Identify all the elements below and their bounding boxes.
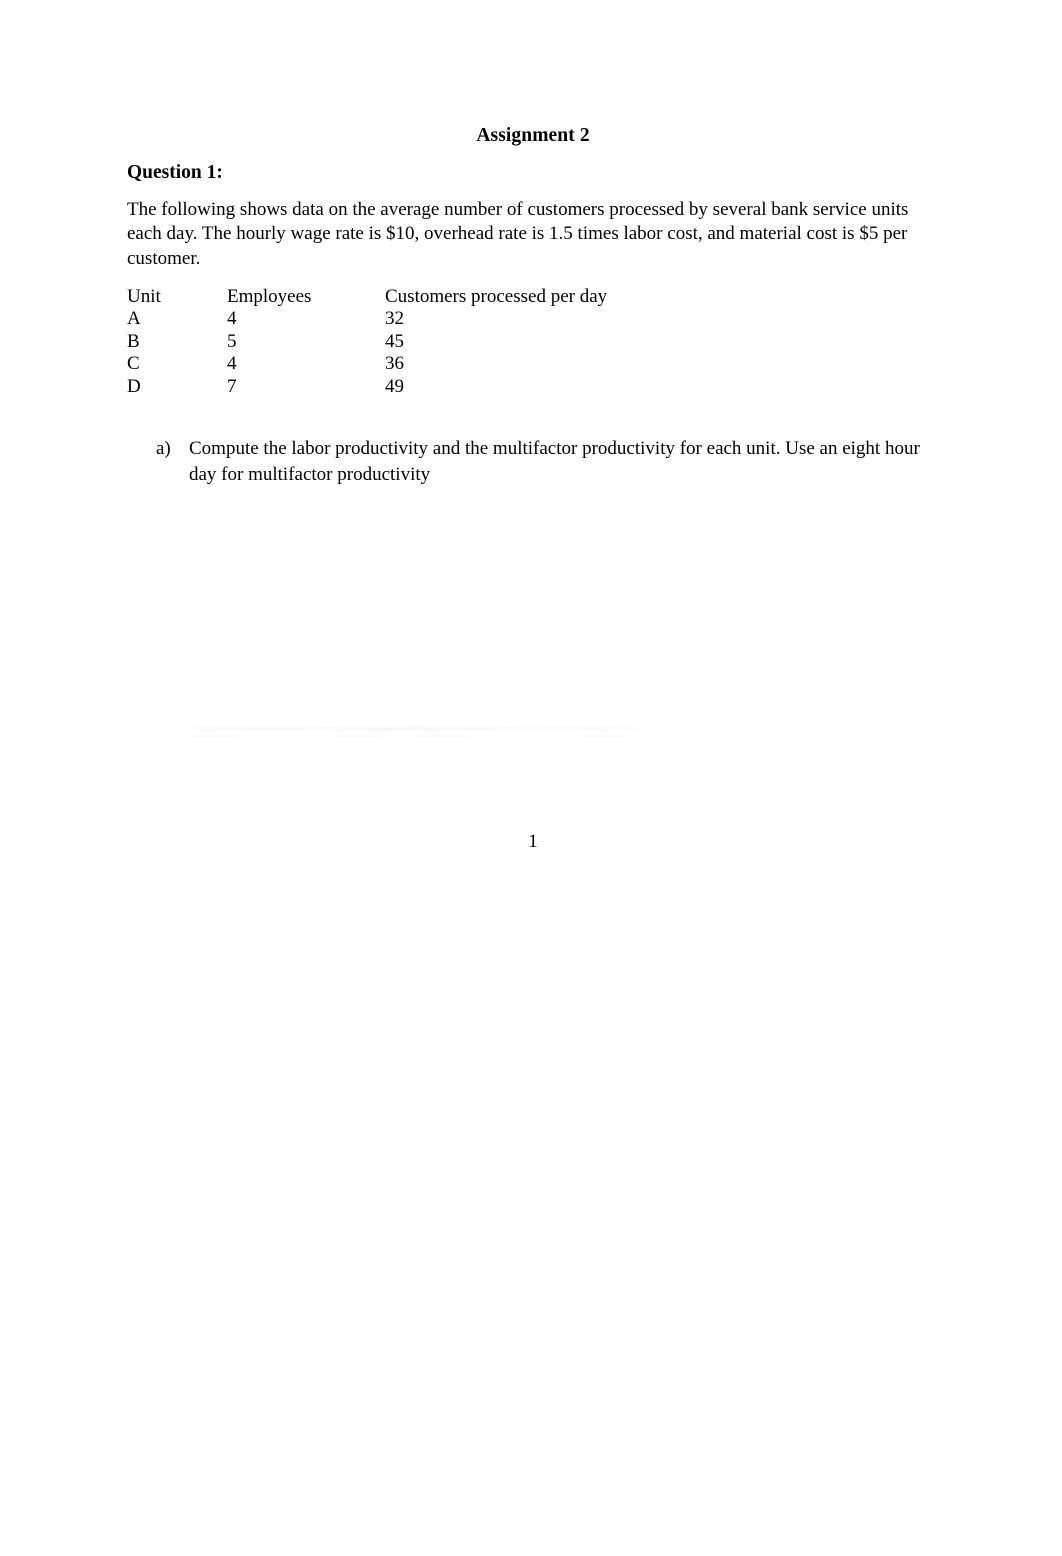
cell-unit: B (127, 330, 140, 352)
page-number: 1 (528, 831, 538, 852)
cell-customers: 45 (385, 330, 404, 352)
bank-service-units-table: Unit Employees Customers processed per d… (127, 286, 805, 398)
list-item-marker: a) (156, 438, 171, 459)
cell-unit: A (127, 308, 141, 330)
artifact-mark (192, 734, 236, 738)
document-page: Assignment 2 Question 1: The following s… (0, 0, 1062, 1556)
table-row: C 4 36 (127, 353, 805, 375)
question-heading: Question 1: (127, 162, 223, 183)
task-list: a) Compute the labor productivity and th… (156, 436, 940, 487)
intro-paragraph: The following shows data on the average … (127, 199, 909, 269)
table-body: A 4 32 B 5 45 C 4 36 D 7 49 (127, 308, 805, 398)
cell-employees: 4 (227, 308, 237, 330)
column-header-employees: Employees (227, 286, 312, 307)
cell-customers: 32 (385, 308, 404, 330)
page-title: Assignment 2 (476, 125, 590, 146)
cell-employees: 4 (227, 353, 237, 375)
cell-unit: C (127, 353, 140, 375)
artifact-mark (336, 734, 382, 738)
table-header-row: Unit Employees Customers processed per d… (127, 286, 805, 308)
column-header-customers: Customers processed per day (385, 286, 608, 307)
table-row: A 4 32 (127, 308, 805, 330)
artifact-mark (584, 734, 624, 738)
cell-customers: 36 (385, 353, 404, 375)
cell-unit: D (127, 375, 141, 397)
table-row: D 7 49 (127, 376, 805, 398)
table-header: Unit Employees Customers processed per d… (127, 286, 805, 308)
cell-employees: 5 (227, 330, 237, 352)
list-item-text: Compute the labor productivity and the m… (189, 438, 920, 485)
cell-employees: 7 (227, 375, 237, 397)
cell-customers: 49 (385, 375, 404, 397)
column-header-unit: Unit (127, 286, 161, 307)
erased-content-artifact (186, 722, 658, 742)
table-row: B 5 45 (127, 331, 805, 353)
list-item: a) Compute the labor productivity and th… (156, 436, 940, 487)
artifact-band (186, 726, 658, 731)
artifact-mark (414, 734, 468, 738)
